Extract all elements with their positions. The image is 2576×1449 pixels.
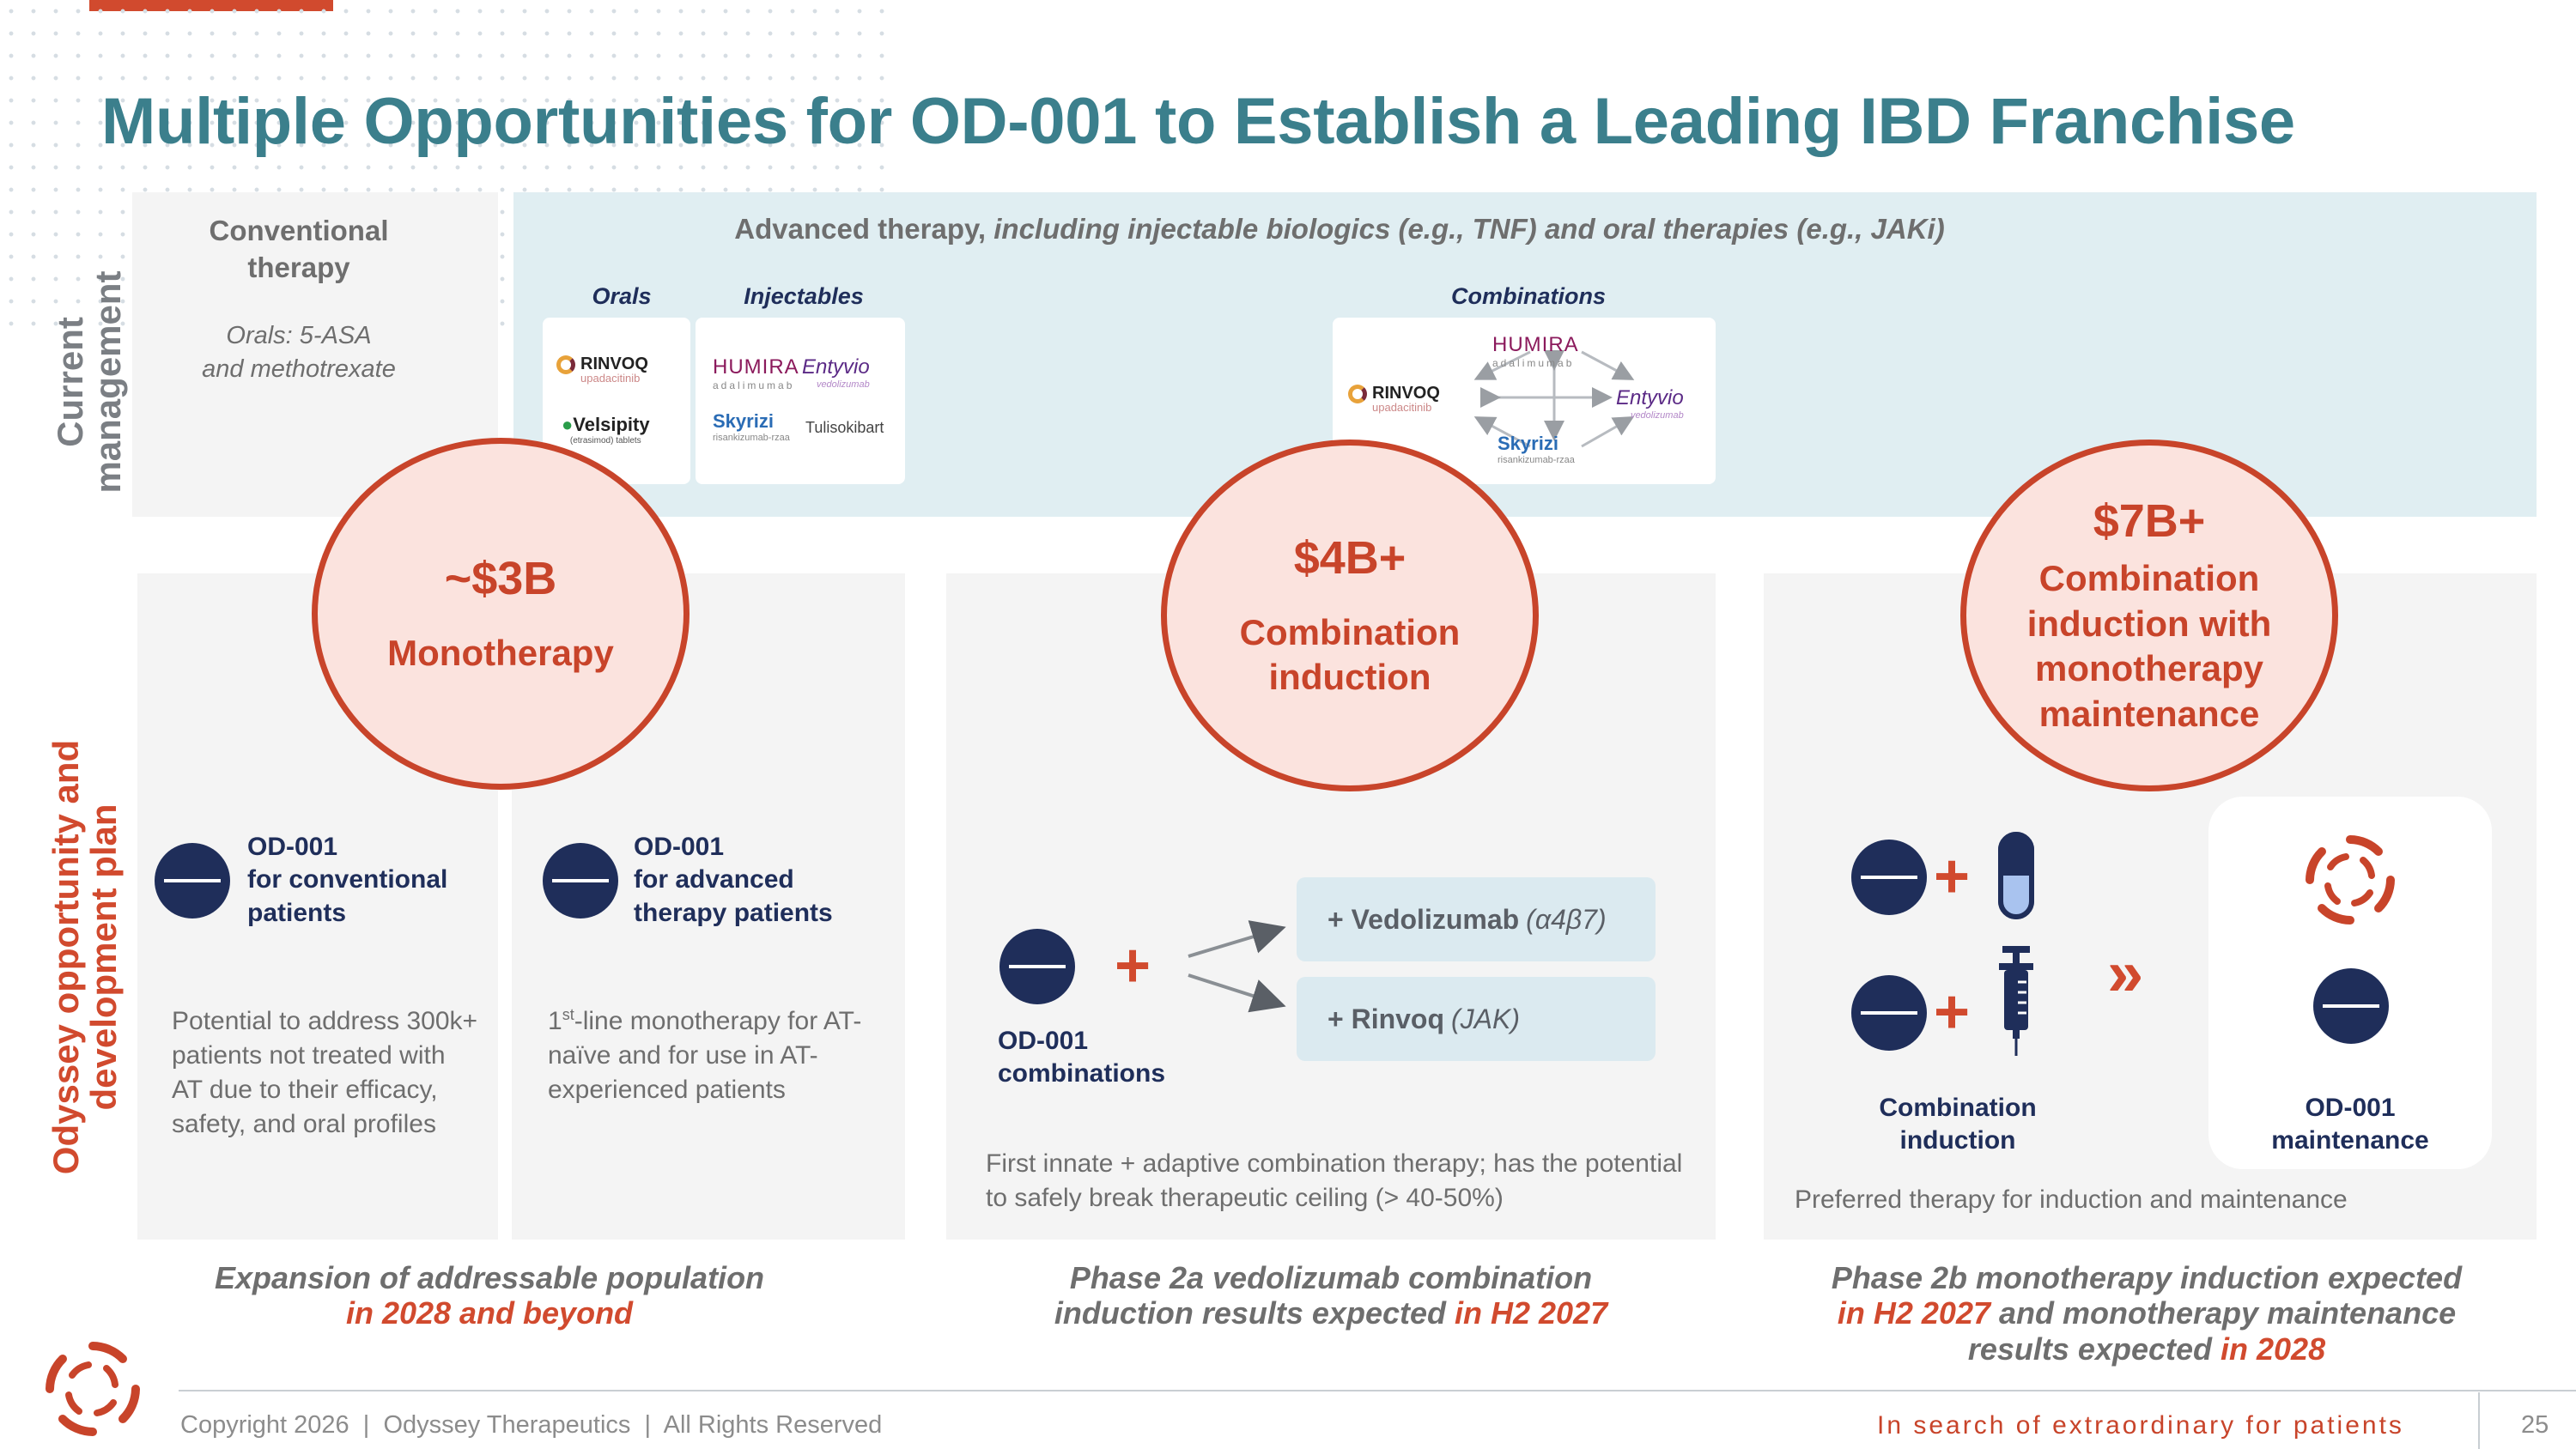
od-001-maintenance-label: OD-001 maintenance	[2271, 1094, 2429, 1155]
combo-rinvoq-logo: RINVOQ upadacitinib	[1348, 385, 1440, 413]
conventional-description: Potential to address 300k+ patients not …	[172, 1007, 478, 1138]
od-001-conventional-label: OD-001 for conventional patients	[247, 833, 448, 927]
od-001-combinations-label: OD-001 combinations	[998, 1027, 1166, 1088]
tulisokibart-label: Tulisokibart	[805, 419, 884, 436]
vedolizumab-combo-box: + Vedolizumab (α4β7)	[1297, 877, 1656, 961]
od-001-pill-icon	[999, 929, 1075, 1004]
page-number: 25	[2521, 1411, 2549, 1439]
od-001-pill-icon	[1851, 975, 1927, 1051]
od-001-pill-icon	[1851, 840, 1927, 915]
combination-description: First innate + adaptive combination ther…	[986, 1149, 1683, 1212]
skyrizi-logo: Skyrizi risankizumab-rzaa	[713, 410, 790, 443]
od-001-pill-icon	[155, 843, 230, 919]
injectables-label: Injectables	[744, 283, 864, 309]
odyssey-plan-label: Odyssey opportunity and development plan	[46, 739, 125, 1175]
timeline-note-combo-mono: Phase 2b monotherapy induction expected …	[1831, 1260, 2463, 1367]
od-001-pill-icon	[2313, 968, 2389, 1044]
odyssey-logo-icon	[2306, 835, 2395, 925]
orals-label: Orals	[592, 283, 652, 309]
conventional-therapy-heading: Conventional therapy	[209, 215, 389, 283]
od-001-advanced-label: OD-001 for advanced therapy patients	[634, 833, 833, 927]
od-001-pill-icon	[543, 843, 618, 919]
syringe-icon	[1992, 944, 2040, 1058]
opportunity-circle-combo-mono: $7B+ Combination induction with monother…	[1960, 440, 2338, 791]
footer-divider	[179, 1390, 2576, 1391]
page-title: Multiple Opportunities for OD-001 to Est…	[101, 85, 2295, 158]
footer-page-divider	[2478, 1392, 2480, 1449]
odyssey-footer-logo	[46, 1342, 140, 1436]
branch-arrows-icon	[1188, 920, 1286, 1013]
copyright-text: Copyright 2026 | Odyssey Therapeutics | …	[180, 1411, 883, 1439]
advanced-therapy-heading: Advanced therapy, including injectable b…	[734, 213, 1945, 245]
advanced-description: 1st-line monotherapy for AT-naïve and fo…	[548, 1006, 862, 1104]
humira-logo: HUMIRA adalimumab	[713, 355, 799, 391]
opportunity-circle-monotherapy: ~$3B Monotherapy	[312, 438, 690, 790]
combo-skyrizi-logo: Skyrizi risankizumab-rzaa	[1498, 433, 1575, 465]
combinations-label: Combinations	[1451, 283, 1606, 309]
combo-entyvio-logo: Entyvio vedolizumab	[1616, 386, 1684, 421]
capsule-icon	[1997, 831, 2035, 920]
footer-tagline: In search of extraordinary for patients	[1877, 1411, 2404, 1440]
conventional-therapy-subtext: Orals: 5-ASA and methotrexate	[202, 322, 396, 384]
injectables-card: HUMIRA adalimumab Entyvio vedolizumab Skyr…	[696, 318, 905, 484]
combination-induction-label: Combination induction	[1879, 1094, 2037, 1155]
timeline-note-monotherapy: Expansion of addressable population in 2…	[214, 1260, 765, 1331]
combo-humira-logo: HUMIRA adalimumab	[1492, 333, 1579, 369]
combo-rinvoq-icon	[1348, 385, 1367, 403]
combo-mono-description: Preferred therapy for induction and main…	[1795, 1185, 2348, 1214]
plus-icon: +	[1934, 978, 1971, 1046]
velsipity-logo: ●Velsipity (etrasimod) tablets	[562, 414, 650, 446]
current-management-label: Current management	[50, 270, 129, 494]
rinvoq-logo: RINVOQ upadacitinib	[556, 355, 648, 384]
entyvio-logo: Entyvio vedolizumab	[802, 355, 870, 390]
plus-icon: +	[1934, 842, 1971, 911]
double-chevron-icon: »	[2107, 937, 2144, 1009]
opportunity-circle-combination: $4B+ Combination induction	[1161, 440, 1539, 791]
plus-icon: +	[1115, 931, 1151, 1000]
rinvoq-combo-box: + Rinvoq (JAK)	[1297, 977, 1656, 1061]
rinvoq-icon	[556, 355, 575, 374]
maintenance-card: OD-001 maintenance	[2208, 797, 2492, 1169]
timeline-note-combination: Phase 2a vedolizumab combination inducti…	[1054, 1260, 1608, 1331]
